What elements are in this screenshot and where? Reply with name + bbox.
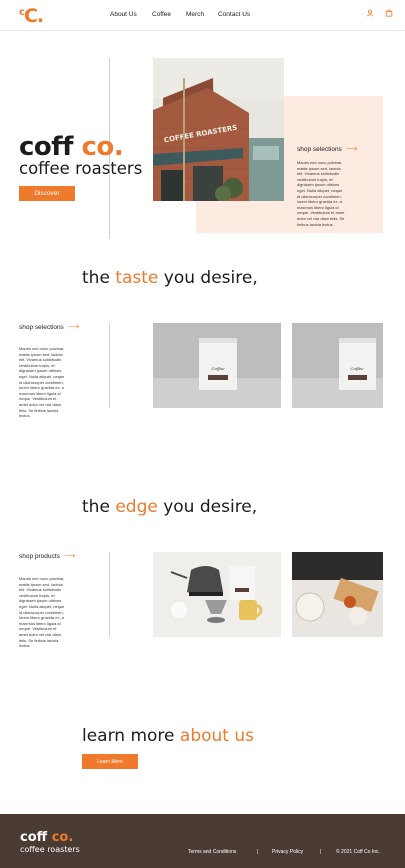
nav-about-us[interactable]: About Us: [110, 11, 137, 18]
footer-separator: |: [257, 849, 259, 855]
discover-button[interactable]: Discover: [19, 186, 75, 201]
taste-heading: the taste you desire,: [82, 268, 258, 288]
svg-text:Coffee: Coffee: [350, 366, 364, 371]
terms-link[interactable]: Terms and Conditions: [188, 849, 236, 855]
footer-logo[interactable]: coff co.: [20, 830, 73, 845]
hero-subtitle: coffee roasters: [19, 159, 143, 178]
nav-coffee[interactable]: Coffee: [152, 11, 171, 18]
edge-divider: [109, 552, 110, 637]
hero-shop-selections-link[interactable]: shop selections ⟶: [297, 144, 357, 153]
storefront-photo: COFFEE ROASTERS: [153, 58, 284, 201]
nav-contact-us[interactable]: Contact Us: [218, 11, 250, 18]
about-heading: learn more about us: [82, 726, 255, 746]
arrow-right-icon: ⟶: [63, 551, 76, 560]
site-footer: coff co. coffee roasters Terms and Condi…: [0, 814, 405, 868]
hero-title: coff co.: [19, 132, 124, 162]
logo-small-c: c: [19, 7, 25, 18]
brewing-gear-photo: [153, 552, 281, 637]
svg-text:Coffee: Coffee: [211, 366, 225, 371]
logo-big-c: C.: [23, 5, 44, 27]
footer-subtitle: coffee roasters: [20, 845, 80, 854]
cart-icon[interactable]: [385, 9, 393, 17]
edge-heading: the edge you desire,: [82, 497, 258, 517]
taste-divider: [109, 323, 110, 408]
learn-more-button[interactable]: Learn More: [82, 754, 138, 769]
nav-merch[interactable]: Merch: [186, 11, 204, 18]
hero-paragraph: Mauris nec nunc pulvinar, mattis ipsum s…: [297, 160, 345, 227]
shop-selections-link[interactable]: shop selections ⟶: [19, 322, 79, 331]
edge-paragraph: Mauris nec nunc pulvinar, mattis ipsum s…: [19, 576, 65, 649]
footer-separator: |: [320, 849, 322, 855]
shop-products-link[interactable]: shop products ⟶: [19, 551, 75, 560]
arrow-right-icon: ⟶: [67, 322, 80, 331]
logo[interactable]: cC.: [19, 5, 44, 27]
user-icon[interactable]: [366, 9, 374, 17]
arrow-right-icon: ⟶: [345, 144, 358, 153]
taste-paragraph: Mauris nec nunc pulvinar, mattis ipsum s…: [19, 346, 65, 419]
coffee-bag-photo-2: Coffee: [292, 323, 383, 408]
coffee-bag-photo-1: Coffee: [153, 323, 281, 408]
site-header: cC. About Us Coffee Merch Contact Us: [0, 0, 405, 31]
privacy-link[interactable]: Privacy Policy: [272, 849, 303, 855]
copyright-text: © 2021 Coff Co Inc.: [336, 849, 380, 855]
merch-photo: [292, 552, 383, 637]
